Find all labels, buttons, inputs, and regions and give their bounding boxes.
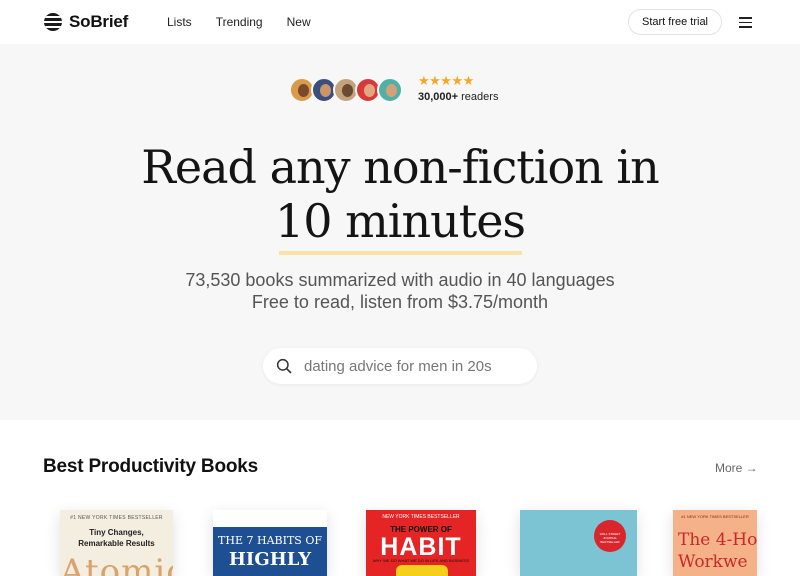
headline-line-1: Read any non-fiction in [141, 140, 659, 194]
nav-new[interactable]: New [287, 15, 311, 29]
main-nav: Lists Trending New [167, 15, 335, 29]
hamburger-menu-icon[interactable] [739, 16, 753, 28]
logo-icon [44, 13, 62, 31]
book-cover-atomic-habits[interactable]: #1 NEW YORK TIMES BESTSELLER Tiny Change… [60, 510, 173, 576]
search-input[interactable]: dating advice for men in 20s [263, 348, 537, 384]
rating-block: ★★★★★ 30,000+ readers [418, 73, 499, 104]
headline-line-2: 10 minutes [274, 194, 526, 248]
subtitle-line-1: 73,530 books summarized with audio in 40… [185, 270, 615, 290]
reader-avatars [289, 77, 403, 103]
book-cover-deep-work[interactable]: WALL STREET JOURNAL BESTSELLER [520, 510, 637, 576]
hero-section: ★★★★★ 30,000+ readers Read any non-ficti… [0, 44, 800, 420]
search-icon [276, 358, 292, 374]
nav-trending[interactable]: Trending [216, 15, 263, 29]
brand-name: SoBrief [69, 12, 129, 31]
logo[interactable]: SoBrief [44, 12, 128, 32]
section-title: Best Productivity Books [43, 456, 259, 477]
star-rating-icon: ★★★★★ [418, 73, 474, 88]
more-link[interactable]: More → [715, 461, 758, 475]
nav-lists[interactable]: Lists [167, 15, 192, 29]
headline-highlight [279, 251, 522, 255]
book-cover-power-of-habit[interactable]: NEW YORK TIMES BESTSELLER THE POWER OF H… [366, 510, 476, 576]
subtitle-line-2: Free to read, listen from $3.75/month [251, 292, 549, 312]
start-free-trial-button[interactable]: Start free trial [628, 9, 722, 35]
book-cover-4-hour-workweek[interactable]: #1 NEW YORK TIMES BESTSELLER The 4-Ho Wo… [673, 510, 757, 576]
book-cover-7-habits[interactable]: THE 7 HABITS OF HIGHLY [213, 510, 327, 576]
avatar [377, 77, 403, 103]
readers-count: 30,000+ readers [418, 91, 499, 103]
site-header: SoBrief Lists Trending New Start free tr… [0, 0, 800, 44]
search-placeholder: dating advice for men in 20s [304, 358, 492, 375]
